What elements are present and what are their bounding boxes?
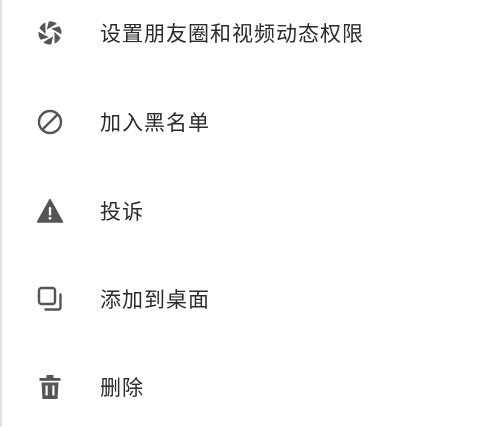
aperture-icon xyxy=(36,19,64,47)
menu-item-label: 删除 xyxy=(100,376,144,400)
warning-icon xyxy=(36,197,64,225)
menu-item-delete[interactable]: 删除 xyxy=(0,343,500,431)
menu-item-label: 添加到桌面 xyxy=(100,288,210,312)
add-to-desktop-icon xyxy=(36,285,64,313)
contact-options-menu: 设置朋友圈和视频动态权限 加入黑名单 投诉 添加到桌面 删除 xyxy=(0,0,500,427)
menu-item-add-to-desktop[interactable]: 添加到桌面 xyxy=(0,255,500,343)
menu-item-label: 设置朋友圈和视频动态权限 xyxy=(100,22,364,46)
menu-item-report[interactable]: 投诉 xyxy=(0,167,500,255)
menu-item-moments-permissions[interactable]: 设置朋友圈和视频动态权限 xyxy=(0,0,500,77)
block-icon xyxy=(36,108,64,136)
menu-item-label: 加入黑名单 xyxy=(100,111,210,135)
menu-item-add-to-blacklist[interactable]: 加入黑名单 xyxy=(0,78,500,166)
menu-item-label: 投诉 xyxy=(100,200,144,224)
trash-icon xyxy=(36,373,64,401)
